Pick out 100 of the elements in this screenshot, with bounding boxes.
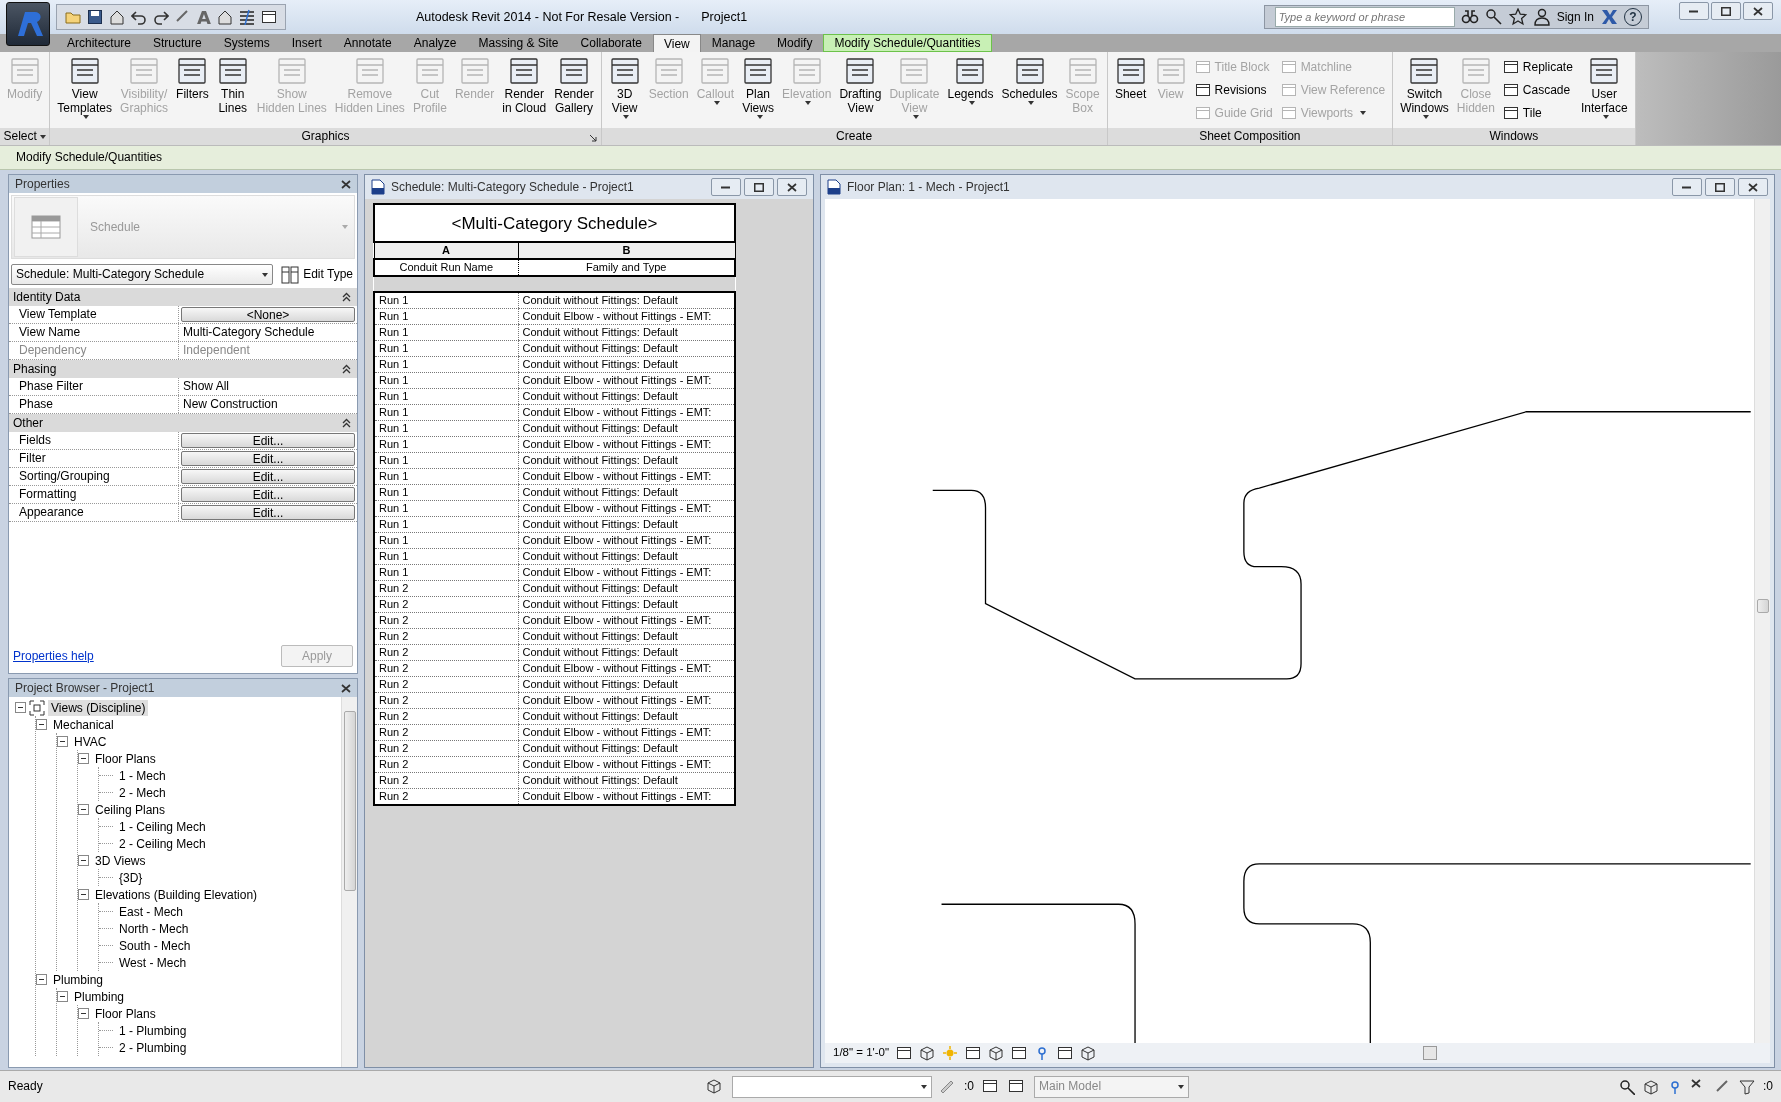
- maximize-button[interactable]: [1711, 2, 1741, 20]
- ribbon-tab[interactable]: Collaborate: [569, 34, 653, 52]
- text-tool-glyph[interactable]: A: [197, 6, 211, 28]
- value-button[interactable]: Edit...: [181, 487, 355, 502]
- window-icon[interactable]: [896, 1045, 913, 1061]
- properties-help-link[interactable]: Properties help: [13, 648, 94, 664]
- tree-item[interactable]: South - Mech: [116, 937, 194, 954]
- collapse-icon[interactable]: [36, 974, 47, 985]
- undo-icon[interactable]: [131, 9, 147, 25]
- value-button[interactable]: Edit...: [181, 505, 355, 520]
- scale-label[interactable]: 1/8" = 1'-0": [833, 1046, 890, 1060]
- close-button[interactable]: [341, 683, 351, 693]
- collapse-icon[interactable]: [78, 1008, 89, 1019]
- restore-button[interactable]: [744, 178, 774, 196]
- value-button[interactable]: Edit...: [181, 433, 355, 448]
- window-icon[interactable]: [1057, 1045, 1074, 1061]
- redo-icon[interactable]: [153, 9, 169, 25]
- ribbon-tab[interactable]: Massing & Site: [467, 34, 570, 52]
- collapse-icon[interactable]: [36, 719, 47, 730]
- ribbon-tab[interactable]: Annotate: [332, 34, 403, 52]
- ribbon-button[interactable]: View Templates: [54, 55, 116, 119]
- tree-item[interactable]: {3D}: [116, 869, 146, 886]
- ribbon-button[interactable]: Thin Lines: [213, 55, 252, 115]
- collapse-icon[interactable]: [57, 736, 68, 747]
- ribbon-tab[interactable]: Structure: [142, 34, 213, 52]
- launcher-icon[interactable]: [588, 134, 597, 142]
- ribbon-tab[interactable]: Systems: [212, 34, 281, 52]
- close-button[interactable]: [341, 179, 351, 189]
- app-menu-button[interactable]: [6, 2, 50, 46]
- collapse-icon[interactable]: [342, 364, 351, 374]
- cube-icon[interactable]: [988, 1045, 1005, 1061]
- value-button[interactable]: Edit...: [181, 469, 355, 484]
- ribbon-tab[interactable]: Insert: [280, 34, 333, 52]
- window-icon[interactable]: [1011, 1045, 1028, 1061]
- ribbon-tab[interactable]: Architecture: [56, 34, 143, 52]
- ribbon-button[interactable]: 3D View: [605, 55, 644, 119]
- tree-item[interactable]: 3D Views: [92, 852, 149, 869]
- tree-item[interactable]: Views (Discipline): [48, 699, 149, 716]
- tree-item[interactable]: 2 - Ceiling Mech: [116, 835, 209, 852]
- ribbon-button[interactable]: Tile: [1499, 103, 1576, 123]
- ribbon-button[interactable]: Sheet: [1111, 55, 1150, 101]
- collapse-icon[interactable]: [15, 702, 26, 713]
- panel-title-button[interactable]: Select: [3, 129, 46, 144]
- collapse-icon[interactable]: [78, 889, 89, 900]
- window-icon[interactable]: [965, 1045, 982, 1061]
- close-button[interactable]: [1743, 2, 1773, 20]
- ribbon-button[interactable]: Render Gallery: [551, 55, 597, 115]
- ribbon-tab[interactable]: Analyze: [402, 34, 468, 52]
- tree-item[interactable]: West - Mech: [116, 954, 190, 971]
- tree-item[interactable]: North - Mech: [116, 920, 192, 937]
- collapse-icon[interactable]: [78, 855, 89, 866]
- tree-item[interactable]: Mechanical: [50, 716, 117, 733]
- tree-item[interactable]: Plumbing: [50, 971, 107, 988]
- ribbon-button[interactable]: User Interface: [1577, 55, 1631, 119]
- value-button[interactable]: <None>: [181, 307, 355, 322]
- ribbon-tab[interactable]: Manage: [700, 34, 767, 52]
- scrollbar[interactable]: [341, 697, 357, 1067]
- house-icon[interactable]: [216, 9, 233, 25]
- sign-in-link[interactable]: Sign In: [1556, 9, 1594, 25]
- collapse-icon[interactable]: [342, 292, 351, 302]
- tree-item[interactable]: 2 - Plumbing: [116, 1039, 190, 1056]
- property-value[interactable]: New Construction: [179, 396, 357, 413]
- ribbon-tab[interactable]: Modify: [766, 34, 824, 52]
- instance-dropdown[interactable]: Schedule: Multi-Category Schedule: [11, 264, 274, 285]
- property-value[interactable]: Show All: [179, 378, 357, 395]
- cube-icon[interactable]: [1643, 1078, 1659, 1095]
- cube-icon[interactable]: [919, 1045, 936, 1061]
- x-logo-icon[interactable]: [1600, 8, 1618, 26]
- thin-lines-icon[interactable]: [238, 9, 255, 25]
- close-button[interactable]: [1738, 178, 1768, 196]
- edit-type-button[interactable]: Edit Type: [279, 265, 355, 284]
- workset-icon[interactable]: [706, 1077, 724, 1096]
- ribbon-button[interactable]: Cascade: [1499, 80, 1576, 100]
- collapse-icon[interactable]: [57, 991, 68, 1002]
- ribbon-button[interactable]: Filters: [173, 55, 212, 101]
- tree-item[interactable]: 2 - Mech: [116, 784, 169, 801]
- tree-item[interactable]: HVAC: [71, 733, 110, 750]
- ribbon-button[interactable]: Plan Views: [739, 55, 778, 119]
- ribbon-button[interactable]: Render in Cloud: [499, 55, 550, 115]
- filter-icon[interactable]: [1739, 1078, 1755, 1095]
- collapse-icon[interactable]: [78, 804, 89, 815]
- ribbon-button[interactable]: Legends: [944, 55, 997, 105]
- tree-item[interactable]: Plumbing: [71, 988, 128, 1005]
- binoculars-icon[interactable]: [1460, 8, 1479, 26]
- tree-item[interactable]: Elevations (Building Elevation): [92, 886, 261, 903]
- tree-item[interactable]: Ceiling Plans: [92, 801, 169, 818]
- tree-item[interactable]: 1 - Plumbing: [116, 1022, 190, 1039]
- ribbon-button[interactable]: Revisions: [1191, 80, 1276, 100]
- ribbon-tab[interactable]: Modify Schedule/Quantities: [823, 34, 992, 52]
- tree-item[interactable]: East - Mech: [116, 903, 187, 920]
- ribbon-button[interactable]: Drafting View: [836, 55, 885, 115]
- tree-item[interactable]: Floor Plans: [92, 750, 159, 767]
- cube-icon[interactable]: [1080, 1045, 1097, 1061]
- value-button[interactable]: Edit...: [181, 451, 355, 466]
- tree-item[interactable]: Floor Plans: [92, 1005, 159, 1022]
- ribbon-tab[interactable]: View: [652, 34, 701, 52]
- editable-icon[interactable]: [940, 1078, 956, 1095]
- tree-item[interactable]: 1 - Mech: [116, 767, 169, 784]
- tree-item[interactable]: 1 - Ceiling Mech: [116, 818, 209, 835]
- ribbon-button[interactable]: Schedules: [998, 55, 1061, 105]
